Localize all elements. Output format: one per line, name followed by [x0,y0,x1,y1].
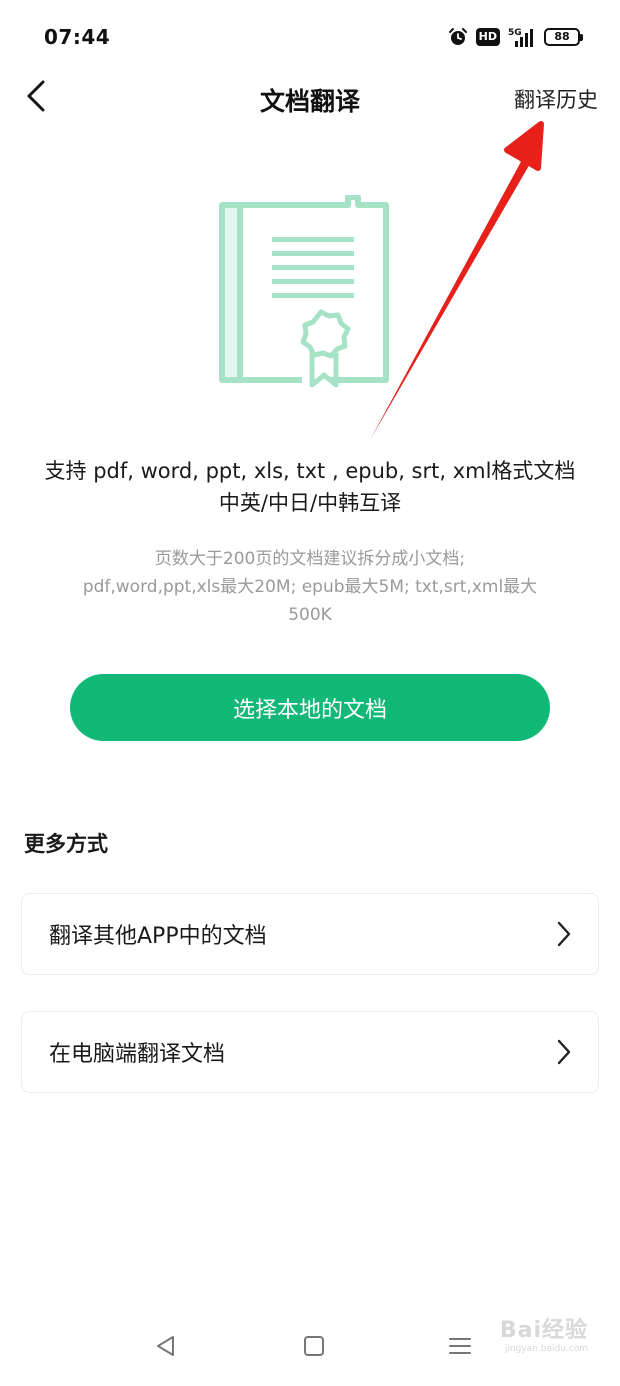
triangle-back-icon [154,1334,178,1362]
document-certificate-icon [210,194,410,395]
menu-lines-icon [448,1334,472,1362]
square-home-icon [302,1334,326,1362]
system-home-button[interactable] [294,1330,334,1366]
chevron-right-icon [556,920,572,948]
language-pairs-line: 中英/中日/中韩互译 [218,491,402,515]
file-limits-hint: 页数大于200页的文档建议拆分成小文档; pdf,word,ppt,xls最大2… [30,545,590,629]
translate-other-app-document-option[interactable]: 翻译其他APP中的文档 [21,893,599,975]
translate-on-computer-option[interactable]: 在电脑端翻译文档 [21,1011,599,1093]
hint-line-2: pdf,word,ppt,xls最大20M; epub最大5M; txt,srt… [82,577,538,597]
baidu-jingyan-watermark: Bai经验 jingyan.baidu.com [500,1318,588,1354]
hint-line-3: 500K [288,605,332,625]
alarm-icon [448,27,468,47]
hd-badge: HD [475,28,500,46]
option-label: 在电脑端翻译文档 [49,1042,226,1067]
status-time: 07:44 [44,25,111,49]
watermark-main: Bai经验 [499,1318,588,1343]
battery-level: 88 [554,30,570,43]
chevron-right-icon [556,1038,572,1066]
system-recent-apps-button[interactable] [440,1330,480,1366]
status-bar: 07:44 HD 5G 88 [0,0,620,76]
supported-formats-line: 支持 pdf, word, ppt, xls, txt , epub, srt,… [44,459,576,483]
watermark-sub: jingyan.baidu.com [504,1344,588,1354]
battery-icon: 88 [544,28,583,46]
nav-bar: 文档翻译 翻译历史 [0,76,620,120]
supported-formats-text: 支持 pdf, word, ppt, xls, txt , epub, srt,… [0,455,620,519]
status-icons: HD 5G 88 [448,24,583,50]
system-back-button[interactable] [146,1330,186,1366]
svg-text:5G: 5G [508,28,522,38]
translation-history-link[interactable]: 翻译历史 [514,84,598,114]
more-options-title: 更多方式 [24,832,108,856]
select-local-document-button[interactable]: 选择本地的文档 [70,674,550,741]
option-label: 翻译其他APP中的文档 [49,924,267,949]
signal-5g-icon: 5G [508,26,536,48]
hint-line-1: 页数大于200页的文档建议拆分成小文档; [154,549,466,569]
